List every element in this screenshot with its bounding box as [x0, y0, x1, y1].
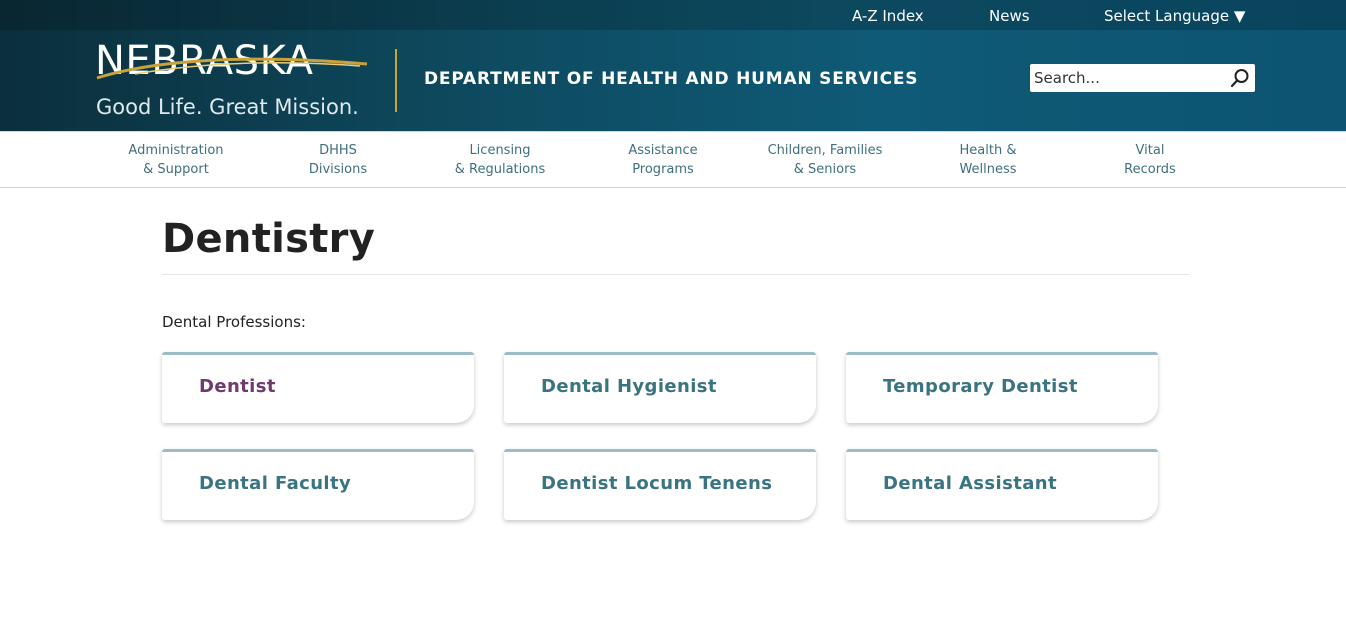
nav-item-label: & Seniors	[793, 162, 857, 177]
nav-item-label: & Regulations	[454, 162, 546, 177]
nav-item-label: & Support	[143, 162, 209, 177]
card-dental-assistant[interactable]: Dental Assistant	[846, 449, 1158, 520]
card-dentist[interactable]: Dentist	[162, 352, 474, 423]
card-label: Temporary Dentist	[883, 376, 1078, 397]
main-nav: Administration & Support DHHS Divisions …	[0, 131, 1346, 188]
az-index-link[interactable]: A-Z Index	[852, 7, 924, 25]
card-label: Dentist Locum Tenens	[541, 473, 773, 494]
nav-item-label: Programs	[632, 162, 694, 177]
search-icon[interactable]	[1230, 68, 1250, 88]
department-name[interactable]: DEPARTMENT OF HEALTH AND HUMAN SERVICES	[424, 69, 918, 89]
nav-item-label: Licensing	[469, 143, 531, 158]
search-input[interactable]	[1030, 64, 1225, 92]
site-header: A-Z Index News Select Language ▼ NEBRASK…	[0, 0, 1346, 131]
nav-item-label: DHHS	[319, 143, 357, 158]
nebraska-logo[interactable]: NEBRASKA Good Life. Great Mission.	[95, 38, 375, 122]
card-label: Dental Assistant	[883, 473, 1057, 494]
nav-item-label: Wellness	[959, 162, 1017, 177]
logo-tagline: Good Life. Great Mission.	[96, 95, 359, 119]
nav-item-label: Divisions	[308, 162, 368, 177]
nav-item-licensing-regulations[interactable]: Licensing & Regulations	[425, 141, 575, 179]
card-label: Dental Faculty	[199, 473, 352, 494]
nav-item-assistance-programs[interactable]: Assistance Programs	[588, 141, 738, 179]
card-label: Dental Hygienist	[541, 376, 717, 397]
card-temporary-dentist[interactable]: Temporary Dentist	[846, 352, 1158, 423]
card-dental-hygienist[interactable]: Dental Hygienist	[504, 352, 816, 423]
nav-item-label: Records	[1124, 162, 1176, 177]
news-link[interactable]: News	[989, 7, 1030, 25]
nav-item-label: Vital	[1135, 143, 1165, 158]
logo-swoosh-graphic	[96, 57, 368, 80]
search-box	[1030, 64, 1255, 92]
title-divider	[162, 274, 1189, 275]
card-dental-faculty[interactable]: Dental Faculty	[162, 449, 474, 520]
page-title: Dentistry	[162, 216, 376, 262]
card-dentist-locum-tenens[interactable]: Dentist Locum Tenens	[504, 449, 816, 520]
section-label: Dental Professions:	[162, 313, 306, 331]
select-language-dropdown[interactable]: Select Language ▼	[1104, 7, 1245, 25]
header-divider	[395, 49, 397, 112]
nav-item-label: Administration	[128, 143, 224, 158]
nav-item-dhhs-divisions[interactable]: DHHS Divisions	[263, 141, 413, 179]
utility-bar: A-Z Index News Select Language ▼	[0, 0, 1346, 30]
nav-item-vital-records[interactable]: Vital Records	[1075, 141, 1225, 179]
nav-item-children-families-seniors[interactable]: Children, Families & Seniors	[750, 141, 900, 179]
card-label: Dentist	[199, 376, 276, 397]
nav-item-label: Health &	[959, 143, 1017, 158]
nav-item-health-wellness[interactable]: Health & Wellness	[913, 141, 1063, 179]
nav-item-administration-support[interactable]: Administration & Support	[101, 141, 251, 179]
nav-item-label: Assistance	[628, 143, 698, 158]
nav-item-label: Children, Families	[767, 143, 883, 158]
